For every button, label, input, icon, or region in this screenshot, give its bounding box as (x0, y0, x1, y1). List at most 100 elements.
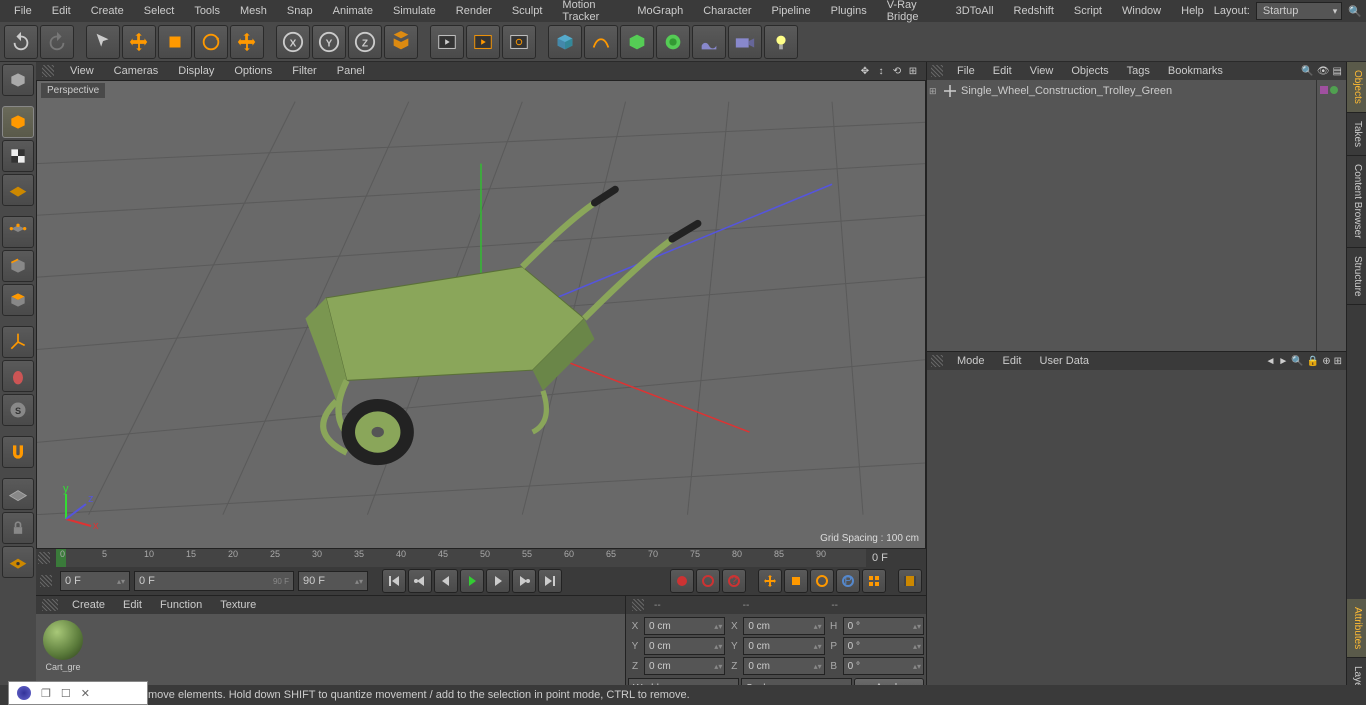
obj-menu-objects[interactable]: Objects (1063, 65, 1116, 77)
menu-simulate[interactable]: Simulate (383, 1, 446, 21)
planar-workplane-button[interactable] (2, 546, 34, 578)
axis-gizmo[interactable]: y x z (51, 484, 101, 534)
key-pla-button[interactable] (862, 569, 886, 593)
play-button[interactable] (460, 569, 484, 593)
prev-key-button[interactable] (408, 569, 432, 593)
mat-menu-edit[interactable]: Edit (115, 599, 150, 611)
edge-mode-button[interactable] (2, 250, 34, 282)
cube-primitive-button[interactable] (548, 25, 582, 59)
object-row[interactable]: ⊞ Single_Wheel_Construction_Trolley_Gree… (929, 82, 1314, 100)
next-frame-button[interactable] (486, 569, 510, 593)
mat-menu-texture[interactable]: Texture (212, 599, 264, 611)
coord-rot-field[interactable]: 0 °▴▾ (843, 617, 924, 635)
vp-menu-filter[interactable]: Filter (284, 65, 324, 77)
attr-menu-userdata[interactable]: User Data (1032, 355, 1098, 367)
rotate-tool[interactable] (194, 25, 228, 59)
texture-mode-button[interactable] (2, 140, 34, 172)
prev-frame-button[interactable] (434, 569, 458, 593)
menu-plugins[interactable]: Plugins (821, 1, 877, 21)
goto-start-button[interactable] (382, 569, 406, 593)
vp-menu-options[interactable]: Options (226, 65, 280, 77)
grip-icon[interactable] (931, 355, 943, 367)
workplane-mode-button[interactable] (2, 174, 34, 206)
coord-system-button[interactable] (384, 25, 418, 59)
coord-size-field[interactable]: 0 cm▴▾ (743, 617, 824, 635)
key-param-button[interactable]: P (836, 569, 860, 593)
attr-menu-edit[interactable]: Edit (995, 355, 1030, 367)
lock-workplane-button[interactable] (2, 512, 34, 544)
new-window-icon[interactable]: ⊕ (1322, 356, 1330, 367)
tab-takes[interactable]: Takes (1347, 113, 1366, 156)
menu-create[interactable]: Create (81, 1, 134, 21)
timeline-ruler[interactable]: 051015202530354045505560657075808590 0 F (36, 549, 926, 567)
menu-select[interactable]: Select (134, 1, 185, 21)
search-icon[interactable]: 🔍 (1348, 3, 1362, 19)
vp-menu-cameras[interactable]: Cameras (106, 65, 167, 77)
menu-snap[interactable]: Snap (277, 1, 323, 21)
range-end-field[interactable]: 90 F▴▾ (298, 571, 368, 591)
expand-icon[interactable]: ⊞ (929, 86, 939, 97)
render-pv-button[interactable] (466, 25, 500, 59)
vp-nav-icon[interactable]: ✥ (858, 64, 872, 78)
render-view-button[interactable] (430, 25, 464, 59)
visibility-tag-icon[interactable] (1330, 86, 1338, 94)
coord-rot-field[interactable]: 0 °▴▾ (843, 657, 924, 675)
tab-content-browser[interactable]: Content Browser (1347, 156, 1366, 247)
goto-end-button[interactable] (538, 569, 562, 593)
coord-size-field[interactable]: 0 cm▴▾ (743, 637, 824, 655)
x-axis-button[interactable]: X (276, 25, 310, 59)
coord-pos-field[interactable]: 0 cm▴▾ (644, 637, 725, 655)
menu-animate[interactable]: Animate (323, 1, 383, 21)
obj-menu-file[interactable]: File (949, 65, 983, 77)
vp-zoom-icon[interactable]: ↕ (874, 64, 888, 78)
menu-sculpt[interactable]: Sculpt (502, 1, 553, 21)
menu-3dtoall[interactable]: 3DToAll (946, 1, 1004, 21)
grip-icon[interactable] (42, 65, 54, 77)
y-axis-button[interactable]: Y (312, 25, 346, 59)
menu-file[interactable]: File (4, 1, 42, 21)
workplane-button[interactable] (2, 478, 34, 510)
menu-script[interactable]: Script (1064, 1, 1112, 21)
vp-rotate-icon[interactable]: ⟲ (890, 64, 904, 78)
maximize-icon[interactable]: ⊞ (1334, 356, 1342, 367)
key-pos-button[interactable] (758, 569, 782, 593)
z-axis-button[interactable]: Z (348, 25, 382, 59)
vp-menu-display[interactable]: Display (170, 65, 222, 77)
tab-attributes[interactable]: Attributes (1347, 599, 1366, 658)
menu-pipeline[interactable]: Pipeline (761, 1, 820, 21)
keyframe-sel-button[interactable]: ? (722, 569, 746, 593)
menu-character[interactable]: Character (693, 1, 761, 21)
layout-select[interactable]: Startup (1256, 2, 1342, 20)
grip-icon[interactable] (931, 65, 943, 77)
taskbar-close-icon[interactable]: ✕ (81, 687, 90, 700)
tweak-mode-button[interactable] (2, 360, 34, 392)
obj-menu-view[interactable]: View (1022, 65, 1062, 77)
menu-vray[interactable]: V-Ray Bridge (877, 0, 946, 27)
attr-menu-mode[interactable]: Mode (949, 355, 993, 367)
polygon-mode-button[interactable] (2, 284, 34, 316)
vp-menu-view[interactable]: View (62, 65, 102, 77)
eye-icon[interactable]: 👁 (1317, 66, 1330, 77)
viewport[interactable]: Perspective (36, 80, 926, 549)
search-icon[interactable]: 🔍 (1291, 356, 1303, 367)
point-mode-button[interactable] (2, 216, 34, 248)
lasso-tool[interactable] (230, 25, 264, 59)
select-tool[interactable] (86, 25, 120, 59)
menu-redshift[interactable]: Redshift (1004, 1, 1064, 21)
menu-help[interactable]: Help (1171, 1, 1214, 21)
spline-button[interactable] (584, 25, 618, 59)
move-tool[interactable] (122, 25, 156, 59)
coord-size-field[interactable]: 0 cm▴▾ (743, 657, 824, 675)
filter-icon[interactable]: ▤ (1333, 66, 1342, 77)
grip-icon[interactable] (38, 552, 50, 564)
menu-edit[interactable]: Edit (42, 1, 81, 21)
obj-menu-bookmarks[interactable]: Bookmarks (1160, 65, 1231, 77)
menu-motiontracker[interactable]: Motion Tracker (552, 0, 627, 27)
coord-rot-field[interactable]: 0 °▴▾ (843, 637, 924, 655)
layer-tag-icon[interactable] (1320, 86, 1328, 94)
mat-menu-function[interactable]: Function (152, 599, 210, 611)
environment-button[interactable] (692, 25, 726, 59)
generator-button[interactable] (620, 25, 654, 59)
render-settings-button[interactable] (502, 25, 536, 59)
taskbar-app-icon[interactable] (17, 686, 31, 700)
